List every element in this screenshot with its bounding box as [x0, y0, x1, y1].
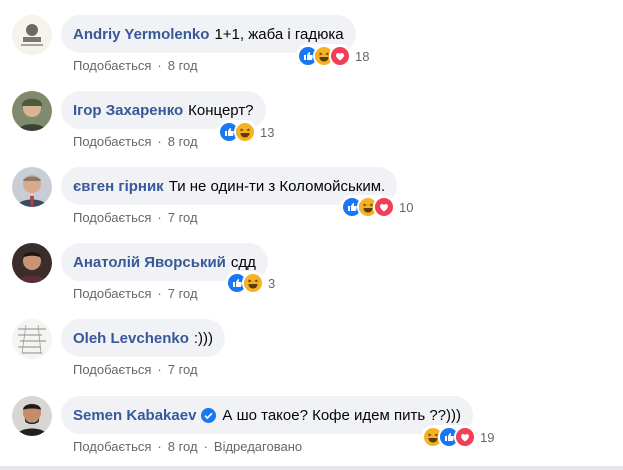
comment-text: сдд: [230, 253, 256, 271]
reaction-count: 19: [480, 429, 495, 445]
avatar[interactable]: [12, 396, 52, 436]
like-link[interactable]: Подобається: [73, 286, 151, 301]
comment-time[interactable]: 8 год: [168, 439, 198, 454]
comment-time[interactable]: 8 год: [168, 134, 198, 149]
comment-actions: Подобається · 8 год: [73, 58, 198, 73]
avatar[interactable]: [12, 243, 52, 283]
separator-dot: ·: [157, 286, 162, 301]
verified-badge-icon: [201, 407, 217, 423]
separator-dot: ·: [157, 134, 162, 149]
reaction-summary[interactable]: 18: [296, 44, 370, 68]
avatar-image: [12, 319, 52, 359]
reaction-count: 18: [355, 48, 370, 64]
like-link[interactable]: Подобається: [73, 134, 151, 149]
reaction-summary[interactable]: 13: [217, 120, 275, 144]
comment-text: 1+1, жаба і гадюка: [214, 25, 344, 43]
haha-icon: [242, 272, 264, 294]
comment-text: Концерт?: [188, 101, 254, 119]
separator-dot: ·: [157, 362, 162, 377]
comment-actions: Подобається · 8 год: [73, 134, 198, 149]
comment-author[interactable]: Semen Kabakaev: [73, 407, 196, 424]
comment-actions: Подобається · 8 год · Відредаговано: [73, 439, 302, 454]
reaction-count: 3: [268, 275, 276, 291]
avatar-image: [12, 243, 52, 283]
avatar[interactable]: [12, 91, 52, 131]
separator-dot: ·: [157, 58, 162, 73]
comment-author[interactable]: Ігор Захаренко: [73, 102, 183, 119]
separator-dot: ·: [203, 439, 208, 454]
reaction-summary[interactable]: 10: [340, 195, 414, 219]
comment-author[interactable]: Andriy Yermolenko: [73, 26, 209, 43]
haha-icon: [234, 121, 256, 143]
comment-text: :))): [193, 329, 214, 347]
avatar-image: [12, 167, 52, 207]
comment-author[interactable]: Анатолій Яворський: [73, 254, 226, 271]
reaction-icons: [296, 44, 352, 68]
separator-dot: ·: [157, 210, 162, 225]
avatar[interactable]: [12, 167, 52, 207]
comment-text: А шо такое? Кофе идем пить ??))): [222, 406, 461, 424]
reaction-count: 10: [399, 199, 414, 215]
comment-actions: Подобається · 7 год: [73, 362, 198, 377]
comment-author[interactable]: Oleh Levchenko: [73, 330, 189, 347]
comment-actions: Подобається · 7 год: [73, 286, 198, 301]
like-link[interactable]: Подобається: [73, 210, 151, 225]
comment-bubble: Semen Kabakaev А шо такое? Кофе идем пит…: [61, 396, 473, 434]
avatar-image: [12, 15, 52, 55]
reaction-summary[interactable]: 19: [421, 425, 495, 449]
reaction-summary[interactable]: 3: [225, 271, 276, 295]
comment-author[interactable]: євген гірник: [73, 178, 164, 195]
avatar[interactable]: [12, 15, 52, 55]
like-link[interactable]: Подобається: [73, 439, 151, 454]
avatar[interactable]: [12, 319, 52, 359]
edited-label[interactable]: Відредаговано: [214, 439, 302, 454]
comment-time[interactable]: 7 год: [168, 362, 198, 377]
separator-dot: ·: [157, 439, 162, 454]
comment-time[interactable]: 7 год: [168, 286, 198, 301]
comment-time[interactable]: 8 год: [168, 58, 198, 73]
reaction-count: 13: [260, 124, 275, 140]
love-icon: [373, 196, 395, 218]
reaction-icons: [225, 271, 265, 295]
divider: [0, 466, 623, 470]
avatar-image: [12, 396, 52, 436]
like-link[interactable]: Подобається: [73, 362, 151, 377]
like-link[interactable]: Подобається: [73, 58, 151, 73]
avatar-image: [12, 91, 52, 131]
reaction-icons: [217, 120, 257, 144]
comment-time[interactable]: 7 год: [168, 210, 198, 225]
comment-actions: Подобається · 7 год: [73, 210, 198, 225]
comment-text: Ти не один-ти з Коломойським.: [168, 177, 386, 195]
love-icon: [329, 45, 351, 67]
reaction-icons: [340, 195, 396, 219]
reaction-icons: [421, 425, 477, 449]
love-icon: [454, 426, 476, 448]
comment-bubble: Oleh Levchenko :))): [61, 319, 226, 357]
